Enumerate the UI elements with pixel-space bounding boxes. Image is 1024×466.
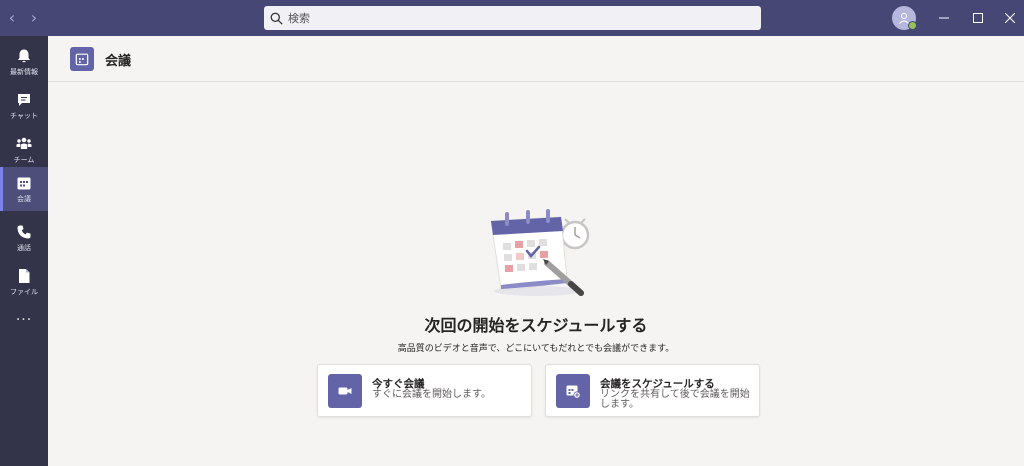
rail-item-calls[interactable]: 通話	[0, 216, 48, 260]
close-icon	[1005, 13, 1015, 23]
maximize-button[interactable]	[968, 8, 988, 28]
chat-icon	[18, 93, 30, 106]
rail-item-label: チャット	[10, 111, 38, 120]
calendar-icon	[17, 177, 31, 189]
close-button[interactable]	[1000, 8, 1020, 28]
forward-arrow-icon[interactable]: ›	[24, 8, 44, 28]
search-icon	[270, 12, 283, 25]
calendar-add-icon	[556, 374, 590, 408]
schedule-meeting-button[interactable]: 会議をスケジュールする リンクを共有して後で会議を開始します。	[545, 364, 760, 417]
rail-item-teams[interactable]: チーム	[0, 128, 48, 172]
video-camera-icon	[328, 374, 362, 408]
calendar-illustration-icon	[490, 209, 590, 296]
minimize-icon	[939, 17, 949, 19]
back-arrow-icon[interactable]: ‹	[2, 8, 22, 28]
phone-icon	[17, 225, 31, 238]
rail-item-label: ファイル	[10, 287, 38, 296]
title-bar: ‹ ›	[0, 0, 1024, 36]
meet-now-description: すぐに会議を開始します。	[372, 389, 491, 400]
meet-now-button[interactable]: 今すぐ会議 すぐに会議を開始します。	[317, 364, 532, 417]
page-header: 会議	[48, 36, 1024, 82]
minimize-button[interactable]	[934, 8, 954, 28]
rail-item-label: 会議	[17, 194, 31, 203]
teams-icon	[16, 137, 32, 149]
rail-item-label: チーム	[13, 155, 35, 164]
more-apps-icon[interactable]: ...	[0, 306, 48, 330]
rail-item-meetings[interactable]: 会議	[0, 167, 48, 211]
rail-item-label: 通話	[17, 243, 31, 252]
empty-state-title: 次回の開始をスケジュールする	[424, 316, 648, 335]
app-rail: 最新情報 チャット チーム 会議 通話 ファイル ...	[0, 36, 48, 466]
presence-status-icon	[908, 21, 917, 30]
search-box[interactable]	[264, 6, 761, 30]
maximize-icon	[973, 13, 983, 23]
rail-item-label: 最新情報	[10, 67, 38, 76]
empty-state-subtitle: 高品質のビデオと音声で、どこにいてもだれとでも会議ができます。	[397, 344, 675, 354]
meetings-main: 次回の開始をスケジュールする 高品質のビデオと音声で、どこにいてもだれとでも会議…	[48, 82, 1024, 466]
rail-item-files[interactable]: ファイル	[0, 260, 48, 304]
file-icon	[19, 268, 30, 283]
schedule-meeting-description: リンクを共有して後で会議を開始します。	[600, 389, 750, 410]
rail-item-activity[interactable]: 最新情報	[0, 40, 48, 84]
search-input[interactable]	[288, 11, 748, 25]
rail-item-chat[interactable]: チャット	[0, 84, 48, 128]
page-title: 会議	[105, 54, 132, 69]
calendar-icon	[70, 47, 94, 71]
bell-icon	[18, 49, 30, 62]
